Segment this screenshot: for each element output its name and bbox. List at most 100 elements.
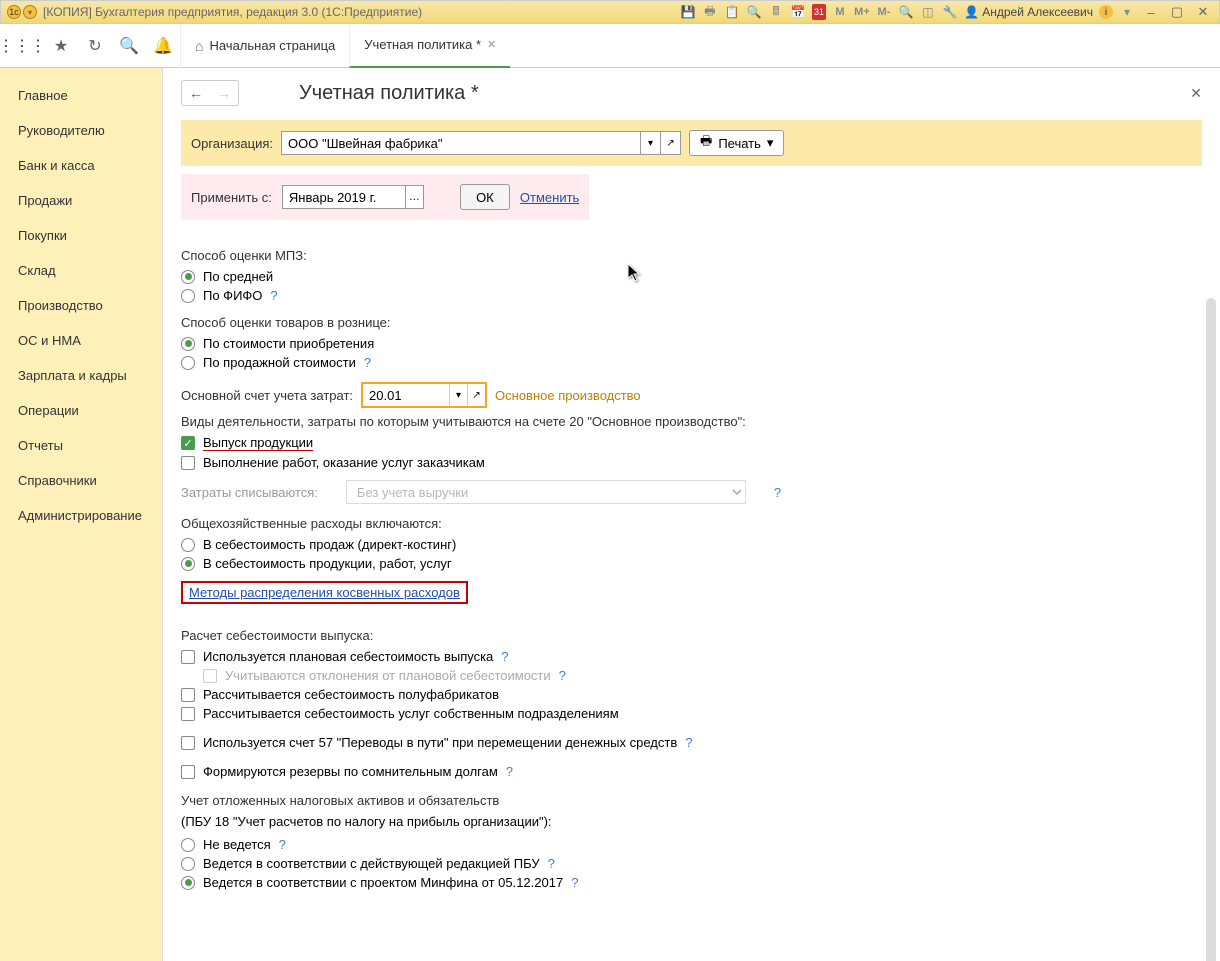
checkbox-deviations-label: Учитываются отклонения от плановой себес… xyxy=(225,668,551,683)
help-icon[interactable]: ? xyxy=(548,856,555,871)
checkbox-works[interactable] xyxy=(181,456,195,470)
help-icon[interactable]: ? xyxy=(279,837,286,852)
help-icon[interactable]: ? xyxy=(364,355,371,370)
calendar-icon[interactable]: 📅 xyxy=(790,4,806,20)
tab-accounting-policy[interactable]: Учетная политика * ✕ xyxy=(349,24,510,68)
radio-mpz-fifo[interactable] xyxy=(181,289,195,303)
help-icon[interactable]: ? xyxy=(559,668,566,683)
tab-home[interactable]: ⌂ Начальная страница xyxy=(180,24,349,68)
sidebar-item-main[interactable]: Главное xyxy=(0,78,162,113)
help-icon[interactable]: ? xyxy=(685,735,692,750)
sidebar-item-manager[interactable]: Руководителю xyxy=(0,113,162,148)
settings-icon[interactable]: 🔧 xyxy=(942,4,958,20)
info-dropdown-icon[interactable]: ▾ xyxy=(1119,4,1135,20)
sidebar-item-sales[interactable]: Продажи xyxy=(0,183,162,218)
org-label: Организация: xyxy=(191,136,273,151)
window-close-button[interactable]: ✕ xyxy=(1193,4,1213,20)
writeoff-label: Затраты списываются: xyxy=(181,485,318,500)
checkbox-internal-services[interactable] xyxy=(181,707,195,721)
checkbox-output[interactable] xyxy=(181,436,195,450)
org-dropdown-button[interactable]: ▾ xyxy=(641,131,661,155)
checkbox-semi-finished[interactable] xyxy=(181,688,195,702)
history-icon[interactable]: ↻ xyxy=(78,24,112,68)
tab-label: Учетная политика * xyxy=(364,37,481,52)
indirect-cost-methods-link[interactable]: Методы распределения косвенных расходов xyxy=(189,585,460,600)
help-icon[interactable]: ? xyxy=(501,649,508,664)
gen-exp-label: Общехозяйственные расходы включаются: xyxy=(181,516,1202,531)
checkbox-planned-cost[interactable] xyxy=(181,650,195,664)
search-icon[interactable]: 🔍 xyxy=(112,24,146,68)
radio-deferred-none[interactable] xyxy=(181,838,195,852)
sidebar-item-production[interactable]: Производство xyxy=(0,288,162,323)
acct-dropdown-button[interactable]: ▾ xyxy=(449,384,467,406)
nav-forward-button[interactable]: → xyxy=(210,81,238,105)
sidebar-item-warehouse[interactable]: Склад xyxy=(0,253,162,288)
memory-m-icon[interactable]: M xyxy=(832,4,848,20)
notifications-icon[interactable]: 🔔 xyxy=(146,24,180,68)
print-button[interactable]: 🖶 Печать ▾ xyxy=(689,130,784,156)
cancel-link[interactable]: Отменить xyxy=(520,190,579,205)
help-icon[interactable]: ? xyxy=(506,764,513,779)
calc-icon[interactable]: 🖩 xyxy=(768,4,784,20)
window-minimize-button[interactable]: – xyxy=(1141,5,1161,20)
checkbox-works-label: Выполнение работ, оказание услуг заказчи… xyxy=(203,455,485,470)
radio-deferred-project[interactable] xyxy=(181,876,195,890)
print-icon[interactable]: 🖶 xyxy=(702,4,718,20)
org-input[interactable] xyxy=(281,131,641,155)
memory-mplus-icon[interactable]: M+ xyxy=(854,4,870,20)
radio-retail-sale[interactable] xyxy=(181,356,195,370)
help-icon[interactable]: ? xyxy=(270,288,277,303)
apply-date-input[interactable] xyxy=(282,185,406,209)
nav-back-button[interactable]: ← xyxy=(182,81,210,105)
sidebar-item-purchases[interactable]: Покупки xyxy=(0,218,162,253)
apply-date-picker-button[interactable]: … xyxy=(406,185,424,209)
radio-deferred-project-label: Ведется в соответствии с проектом Минфин… xyxy=(203,875,563,890)
sidebar-item-directories[interactable]: Справочники xyxy=(0,463,162,498)
radio-deferred-current[interactable] xyxy=(181,857,195,871)
apps-menu-icon[interactable]: ⋮⋮⋮ xyxy=(0,24,44,68)
tab-close-icon[interactable]: ✕ xyxy=(487,38,496,51)
radio-direct-costing-label: В себестоимость продаж (директ-костинг) xyxy=(203,537,456,552)
info-icon[interactable]: i xyxy=(1099,5,1113,19)
calc-label: Расчет себестоимости выпуска: xyxy=(181,628,1202,643)
org-open-button[interactable]: ↗ xyxy=(661,131,681,155)
checkbox-reserves[interactable] xyxy=(181,765,195,779)
save-icon[interactable]: 💾 xyxy=(680,4,696,20)
help-icon[interactable]: ? xyxy=(774,485,781,500)
apply-label: Применить с: xyxy=(191,190,272,205)
acct-open-button[interactable]: ↗ xyxy=(467,384,485,406)
radio-direct-costing[interactable] xyxy=(181,538,195,552)
sidebar-item-payroll[interactable]: Зарплата и кадры xyxy=(0,358,162,393)
vertical-scrollbar[interactable] xyxy=(1206,298,1216,961)
sidebar-item-reports[interactable]: Отчеты xyxy=(0,428,162,463)
calendar-day-icon[interactable]: 31 xyxy=(812,4,826,20)
compare-icon[interactable]: 🔍 xyxy=(746,4,762,20)
current-user[interactable]: 👤 Андрей Алексеевич xyxy=(964,5,1093,19)
radio-deferred-current-label: Ведется в соответствии с действующей ред… xyxy=(203,856,540,871)
radio-retail-sale-label: По продажной стоимости xyxy=(203,355,356,370)
sidebar: Главное Руководителю Банк и касса Продаж… xyxy=(0,68,163,961)
checkbox-reserves-label: Формируются резервы по сомнительным долг… xyxy=(203,764,498,779)
help-icon[interactable]: ? xyxy=(571,875,578,890)
sidebar-item-operations[interactable]: Операции xyxy=(0,393,162,428)
ok-button[interactable]: ОК xyxy=(460,184,510,210)
radio-mpz-average[interactable] xyxy=(181,270,195,284)
app-menu-dropdown-icon[interactable]: ▾ xyxy=(23,5,37,19)
sidebar-item-admin[interactable]: Администрирование xyxy=(0,498,162,533)
radio-retail-cost[interactable] xyxy=(181,337,195,351)
writeoff-select[interactable]: Без учета выручки xyxy=(346,480,746,504)
radio-product-cost[interactable] xyxy=(181,557,195,571)
organization-bar: Организация: ▾ ↗ 🖶 Печать ▾ xyxy=(181,120,1202,166)
acct-input[interactable] xyxy=(363,384,449,406)
checkbox-account-57[interactable] xyxy=(181,736,195,750)
sidebar-item-bank[interactable]: Банк и касса xyxy=(0,148,162,183)
acct-description: Основное производство xyxy=(495,388,641,403)
zoom-icon[interactable]: 🔍 xyxy=(898,4,914,20)
page-close-button[interactable]: ✕ xyxy=(1190,85,1202,102)
copy-icon[interactable]: 📋 xyxy=(724,4,740,20)
sidebar-item-assets[interactable]: ОС и НМА xyxy=(0,323,162,358)
memory-mminus-icon[interactable]: M- xyxy=(876,4,892,20)
window-maximize-button[interactable]: ▢ xyxy=(1167,4,1187,20)
panels-icon[interactable]: ◫ xyxy=(920,4,936,20)
favorites-icon[interactable]: ★ xyxy=(44,24,78,68)
